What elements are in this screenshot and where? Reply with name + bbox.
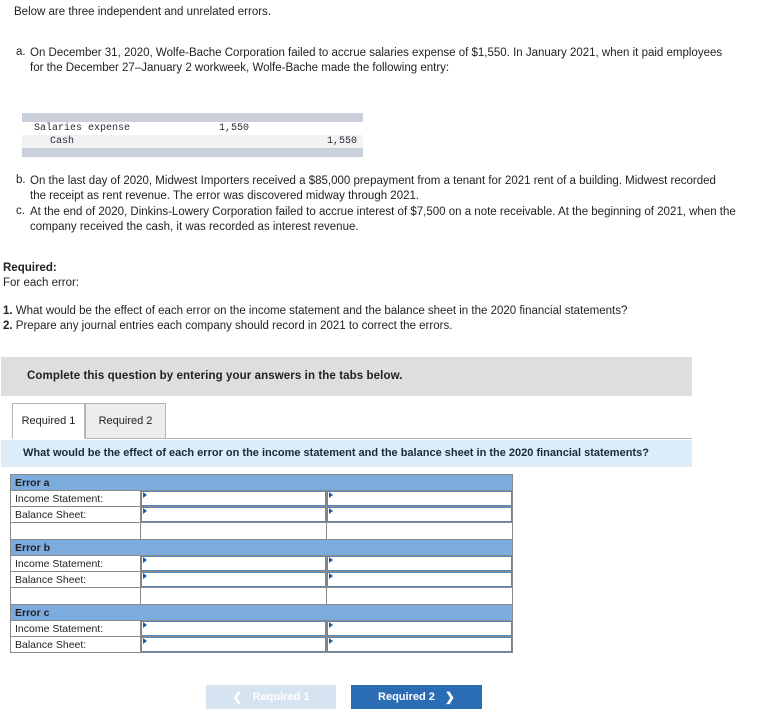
table-row: Balance Sheet: (10, 506, 514, 523)
select-error-b-income-amount[interactable] (325, 555, 514, 572)
error-item-a-text: On December 31, 2020, Wolfe-Bache Corpor… (30, 47, 723, 74)
error-item-b-text: On the last day of 2020, Midwest Importe… (30, 175, 716, 202)
required-item-2: 2. Prepare any journal entries each comp… (3, 320, 452, 332)
required-item-2-number: 2. (3, 320, 13, 332)
journal-credit-amount: 1,550 (271, 135, 363, 148)
journal-entry-table: Salaries expense 1,550 Cash 1,550 (22, 113, 363, 157)
row-label-balance-sheet: Balance Sheet: (10, 636, 141, 653)
select-error-c-income-effect[interactable] (140, 620, 327, 637)
chevron-down-icon (329, 573, 333, 579)
row-label-income-statement: Income Statement: (10, 555, 141, 572)
chevron-down-icon (329, 638, 333, 644)
error-item-a: a. On December 31, 2020, Wolfe-Bache Cor… (16, 46, 732, 75)
journal-entry-row: Cash 1,550 (22, 135, 363, 148)
chevron-down-icon (143, 492, 147, 498)
spacer-row-error-b (10, 587, 514, 605)
spacer-cell (325, 587, 514, 605)
select-error-c-balance-effect[interactable] (140, 636, 327, 653)
table-row: Balance Sheet: (10, 636, 514, 653)
select-error-a-income-effect[interactable] (140, 490, 327, 507)
row-label-income-statement: Income Statement: (10, 620, 141, 637)
select-error-a-balance-effect[interactable] (140, 506, 327, 523)
error-item-a-marker: a. (16, 46, 26, 58)
spacer-cell (140, 587, 327, 605)
instruction-band-text: Complete this question by entering your … (27, 370, 403, 382)
tab-required-1[interactable]: Required 1 (12, 403, 85, 439)
chevron-down-icon (329, 557, 333, 563)
chevron-down-icon (329, 492, 333, 498)
required-heading: Required: (3, 262, 57, 274)
required-subheading: For each error: (3, 277, 80, 289)
tab-required-2[interactable]: Required 2 (85, 403, 166, 439)
journal-account-name: Cash (22, 135, 179, 148)
table-row: Income Statement: (10, 555, 514, 572)
select-error-b-balance-amount[interactable] (325, 571, 514, 588)
select-error-b-income-effect[interactable] (140, 555, 327, 572)
nav-buttons: ❮ Required 1 Required 2 ❯ (206, 685, 506, 709)
spacer-cell (325, 522, 514, 540)
error-item-c-marker: c. (16, 205, 25, 217)
error-item-c: c. At the end of 2020, Dinkins-Lowery Co… (16, 205, 746, 234)
row-label-balance-sheet: Balance Sheet: (10, 571, 141, 588)
section-header-error-a: Error a (9, 474, 514, 491)
journal-entry-top-band (22, 113, 363, 122)
error-item-b-marker: b. (16, 174, 26, 186)
select-error-a-income-amount[interactable] (325, 490, 514, 507)
question-band-text: What would be the effect of each error o… (23, 447, 649, 459)
select-error-a-balance-amount[interactable] (325, 506, 514, 523)
select-error-b-balance-effect[interactable] (140, 571, 327, 588)
error-item-b: b. On the last day of 2020, Midwest Impo… (16, 174, 732, 203)
instruction-band: Complete this question by entering your … (1, 357, 692, 396)
chevron-down-icon (143, 508, 147, 514)
select-error-c-income-amount[interactable] (325, 620, 514, 637)
required-item-1: 1. What would be the effect of each erro… (3, 305, 627, 317)
row-label-balance-sheet: Balance Sheet: (10, 506, 141, 523)
journal-debit-amount: 1,550 (179, 122, 271, 135)
chevron-down-icon (143, 573, 147, 579)
chevron-left-icon: ❮ (232, 690, 243, 704)
chevron-right-icon: ❯ (444, 690, 455, 704)
row-label-income-statement: Income Statement: (10, 490, 141, 507)
previous-required-1-button[interactable]: ❮ Required 1 (206, 685, 336, 709)
chevron-down-icon (143, 622, 147, 628)
journal-account-name: Salaries expense (22, 122, 179, 135)
chevron-down-icon (329, 508, 333, 514)
table-row: Income Statement: (10, 620, 514, 637)
journal-entry-bottom-band (22, 148, 363, 157)
select-error-c-balance-amount[interactable] (325, 636, 514, 653)
table-row: Income Statement: (10, 490, 514, 507)
section-header-error-b: Error b (9, 539, 514, 556)
spacer-cell (140, 522, 327, 540)
next-required-2-button[interactable]: Required 2 ❯ (351, 685, 482, 709)
spacer-cell (10, 522, 141, 540)
journal-credit-amount (271, 122, 363, 135)
question-band: What would be the effect of each error o… (1, 440, 692, 467)
intro-text: Below are three independent and unrelate… (14, 6, 272, 18)
journal-debit-amount (179, 135, 271, 148)
section-header-error-c: Error c (9, 604, 514, 621)
section-title: Error c (9, 604, 514, 621)
section-title: Error a (9, 474, 514, 491)
next-button-label: Required 2 (378, 691, 435, 703)
section-title: Error b (9, 539, 514, 556)
previous-button-label: Required 1 (252, 691, 310, 703)
required-item-2-text: Prepare any journal entries each company… (12, 320, 453, 332)
chevron-down-icon (143, 557, 147, 563)
error-item-c-text: At the end of 2020, Dinkins-Lowery Corpo… (30, 206, 736, 233)
answer-grid: Error a Income Statement: Balance Sheet:… (9, 474, 514, 653)
table-row: Balance Sheet: (10, 571, 514, 588)
required-item-1-number: 1. (3, 305, 13, 317)
spacer-cell (10, 587, 141, 605)
spacer-row-error-a (10, 522, 514, 540)
journal-entry-row: Salaries expense 1,550 (22, 122, 363, 135)
chevron-down-icon (329, 622, 333, 628)
required-item-1-text: What would be the effect of each error o… (12, 305, 628, 317)
chevron-down-icon (143, 638, 147, 644)
